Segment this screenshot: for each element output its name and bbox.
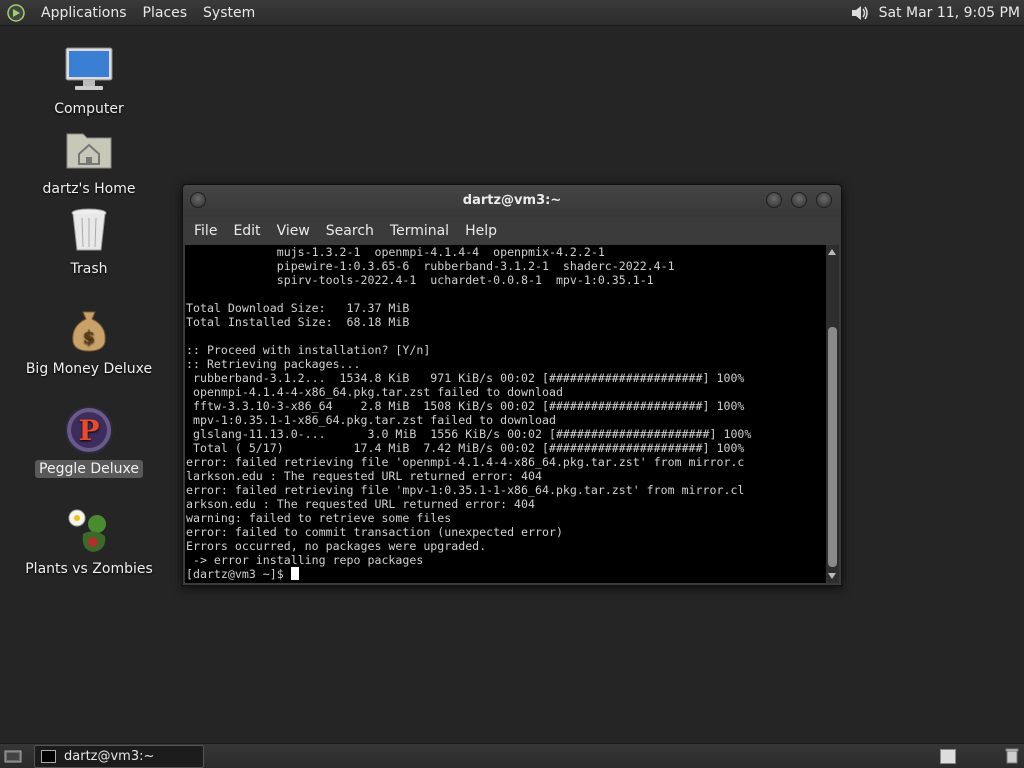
volume-icon[interactable] (849, 2, 871, 24)
svg-text:P: P (78, 414, 99, 447)
terminal-window: dartz@vm3:~ File Edit View Search Termin… (182, 184, 842, 586)
scrollbar-thumb[interactable] (828, 327, 837, 567)
terminal-line: rubberband-3.1.2... 1534.8 KiB 971 KiB/s… (186, 371, 745, 385)
desktop-icon-home[interactable]: dartz's Home (14, 124, 164, 198)
terminal-line: :: Proceed with installation? [Y/n] (186, 343, 431, 357)
minimize-button[interactable] (766, 192, 782, 208)
bottom-panel: dartz@vm3:~ (0, 743, 1024, 768)
system-menu[interactable]: System (195, 5, 263, 21)
desktop-icon-big-money[interactable]: $ Big Money Deluxe (14, 304, 164, 378)
desktop-icon-plants-zombies[interactable]: Plants vs Zombies (14, 504, 164, 578)
maximize-button[interactable] (791, 192, 807, 208)
show-desktop-icon[interactable] (4, 748, 22, 764)
money-bag-icon: $ (63, 304, 115, 356)
terminal-line: error: failed retrieving file 'openmpi-4… (186, 455, 745, 469)
clock[interactable]: Sat Mar 11, 9:05 PM (879, 5, 1020, 21)
terminal-line: error: failed to commit transaction (une… (186, 525, 563, 539)
svg-text:$: $ (83, 327, 96, 348)
terminal-output[interactable]: mujs-1.3.2-1 openmpi-4.1.4-4 openpmix-4.… (185, 245, 826, 583)
scroll-down-icon[interactable] (828, 573, 836, 579)
terminal-line: -> error installing repo packages (186, 553, 424, 567)
terminal-scrollbar[interactable] (826, 245, 839, 583)
terminal-line: arkson.edu : The requested URL returned … (186, 497, 536, 511)
terminal-line: larkson.edu : The requested URL returned… (186, 469, 542, 483)
terminal-line: Errors occurred, no packages were upgrad… (186, 539, 487, 553)
scroll-up-icon[interactable] (828, 249, 836, 255)
applications-menu[interactable]: Applications (33, 5, 135, 21)
terminal-cursor (290, 567, 299, 580)
window-titlebar[interactable]: dartz@vm3:~ (183, 185, 841, 217)
terminal-prompt-line: [dartz@vm3 ~]$ (185, 567, 826, 581)
desktop-icon-label: dartz's Home (42, 181, 136, 197)
menu-view[interactable]: View (269, 223, 318, 239)
terminal-icon (41, 750, 56, 763)
terminal-text: mujs-1.3.2-1 openmpi-4.1.4-4 openpmix-4.… (185, 245, 826, 567)
terminal-line: mujs-1.3.2-1 openmpi-4.1.4-4 openpmix-4.… (186, 245, 605, 259)
top-panel: Applications Places System Sat Mar 11, 9… (0, 0, 1024, 26)
terminal-line: Total ( 5/17) 17.4 MiB 7.42 MiB/s 00:02 … (186, 441, 745, 455)
workspace-switcher[interactable] (940, 749, 956, 764)
terminal-line: warning: failed to retrieve some files (186, 511, 452, 525)
menu-file[interactable]: File (186, 223, 225, 239)
window-title: dartz@vm3:~ (462, 193, 562, 208)
taskbar-button-terminal[interactable]: dartz@vm3:~ (34, 745, 204, 768)
trash-applet-icon[interactable] (1004, 747, 1020, 764)
menu-search[interactable]: Search (318, 223, 382, 239)
terminal-line: Total Installed Size: 68.18 MiB (186, 315, 410, 329)
desktop-icon-label: Computer (54, 101, 124, 117)
close-button[interactable] (816, 192, 832, 208)
terminal-menubar: File Edit View Search Terminal Help (183, 217, 841, 245)
peggle-icon: P (63, 404, 115, 456)
terminal-line: pipewire-1:0.3.65-6 rubberband-3.1.2-1 s… (186, 259, 675, 273)
menu-terminal[interactable]: Terminal (382, 223, 457, 239)
desktop-icon-label: Plants vs Zombies (25, 561, 153, 577)
desktop-icon-label: Big Money Deluxe (25, 361, 153, 377)
terminal-line: spirv-tools-2022.4-1 uchardet-0.0.8-1 mp… (186, 273, 654, 287)
desktop-icon-label: Peggle Deluxe (35, 460, 143, 478)
terminal-line: glslang-11.13.0-... 3.0 MiB 1556 KiB/s 0… (186, 427, 752, 441)
terminal-line: :: Retrieving packages... (186, 357, 361, 371)
desktop-icon-peggle[interactable]: P Peggle Deluxe (14, 404, 164, 478)
desktop-icon-label: Trash (70, 261, 108, 277)
home-folder-icon (63, 124, 115, 176)
terminal-line: error: failed retrieving file 'mpv-1:0.3… (186, 483, 745, 497)
desktop-icon-computer[interactable]: Computer (14, 44, 164, 118)
menu-help[interactable]: Help (457, 223, 505, 239)
terminal-line: openmpi-4.1.4-4-x86_64.pkg.tar.zst faile… (186, 385, 563, 399)
terminal-prompt: [dartz@vm3 ~]$ (186, 567, 291, 581)
menu-edit[interactable]: Edit (225, 223, 268, 239)
terminal-line: mpv-1:0.35.1-1-x86_64.pkg.tar.zst failed… (186, 413, 556, 427)
trash-icon (63, 204, 115, 256)
terminal-line: Total Download Size: 17.37 MiB (186, 301, 410, 315)
terminal-line: fftw-3.3.10-3-x86_64 2.8 MiB 1508 KiB/s … (186, 399, 745, 413)
distro-logo-icon[interactable] (7, 3, 25, 22)
taskbar-button-label: dartz@vm3:~ (64, 749, 155, 764)
computer-icon (63, 44, 115, 96)
desktop-icon-trash[interactable]: Trash (14, 204, 164, 278)
plants-zombies-icon (63, 504, 115, 556)
places-menu[interactable]: Places (135, 5, 196, 21)
